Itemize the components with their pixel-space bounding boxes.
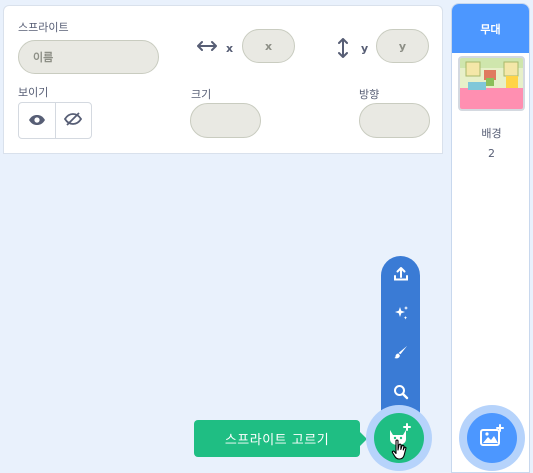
y-label: y	[361, 42, 369, 55]
backdrop-image-icon	[479, 424, 505, 452]
eye-slash-icon	[64, 111, 83, 130]
x-input[interactable]: x	[242, 29, 295, 63]
direction-label: 방향	[359, 88, 380, 101]
upload-icon	[393, 266, 409, 286]
choose-sprite-tooltip: 스프라이트 고르기	[194, 420, 367, 457]
sprite-label: 스프라이트	[18, 21, 69, 34]
choose-sprite-tooltip-text: 스프라이트 고르기	[224, 433, 330, 448]
backdrops-count: 2	[488, 147, 495, 160]
hand-cursor-icon	[391, 438, 411, 468]
backdrops-label: 배경	[481, 127, 502, 140]
search-sprite-button[interactable]	[381, 381, 420, 407]
paint-icon	[393, 344, 409, 364]
hide-button[interactable]	[54, 103, 92, 138]
x-placeholder: x	[264, 39, 273, 53]
sprite-name-placeholder: 이름	[33, 51, 54, 64]
y-placeholder: y	[398, 39, 407, 53]
vertical-arrows-icon	[338, 38, 348, 62]
choose-backdrop-button[interactable]	[467, 413, 517, 463]
visibility-toggle	[18, 102, 92, 139]
surprise-icon	[393, 305, 409, 325]
paint-sprite-button[interactable]	[381, 341, 420, 367]
stage-selector: 무대 배경 2	[451, 3, 530, 473]
backdrop-preview-image	[460, 58, 523, 109]
surprise-sprite-button[interactable]	[381, 302, 420, 328]
show-button[interactable]	[19, 103, 55, 138]
y-input[interactable]: y	[376, 29, 429, 63]
sprite-info-panel: 스프라이트 이름 x x y y 보이기 크기 방향	[3, 5, 443, 154]
show-label: 보이기	[18, 86, 49, 99]
size-label: 크기	[191, 88, 212, 101]
horizontal-arrows-icon	[197, 39, 217, 57]
size-input[interactable]	[190, 103, 261, 138]
stage-thumbnail[interactable]	[458, 56, 525, 111]
stage-header: 무대	[452, 4, 529, 53]
stage-title: 무대	[480, 22, 501, 36]
eye-icon	[28, 111, 46, 130]
x-label: x	[226, 42, 234, 55]
upload-sprite-button[interactable]	[381, 263, 420, 289]
search-icon	[393, 384, 409, 404]
direction-input[interactable]	[359, 103, 430, 138]
sprite-name-input[interactable]: 이름	[18, 40, 159, 74]
